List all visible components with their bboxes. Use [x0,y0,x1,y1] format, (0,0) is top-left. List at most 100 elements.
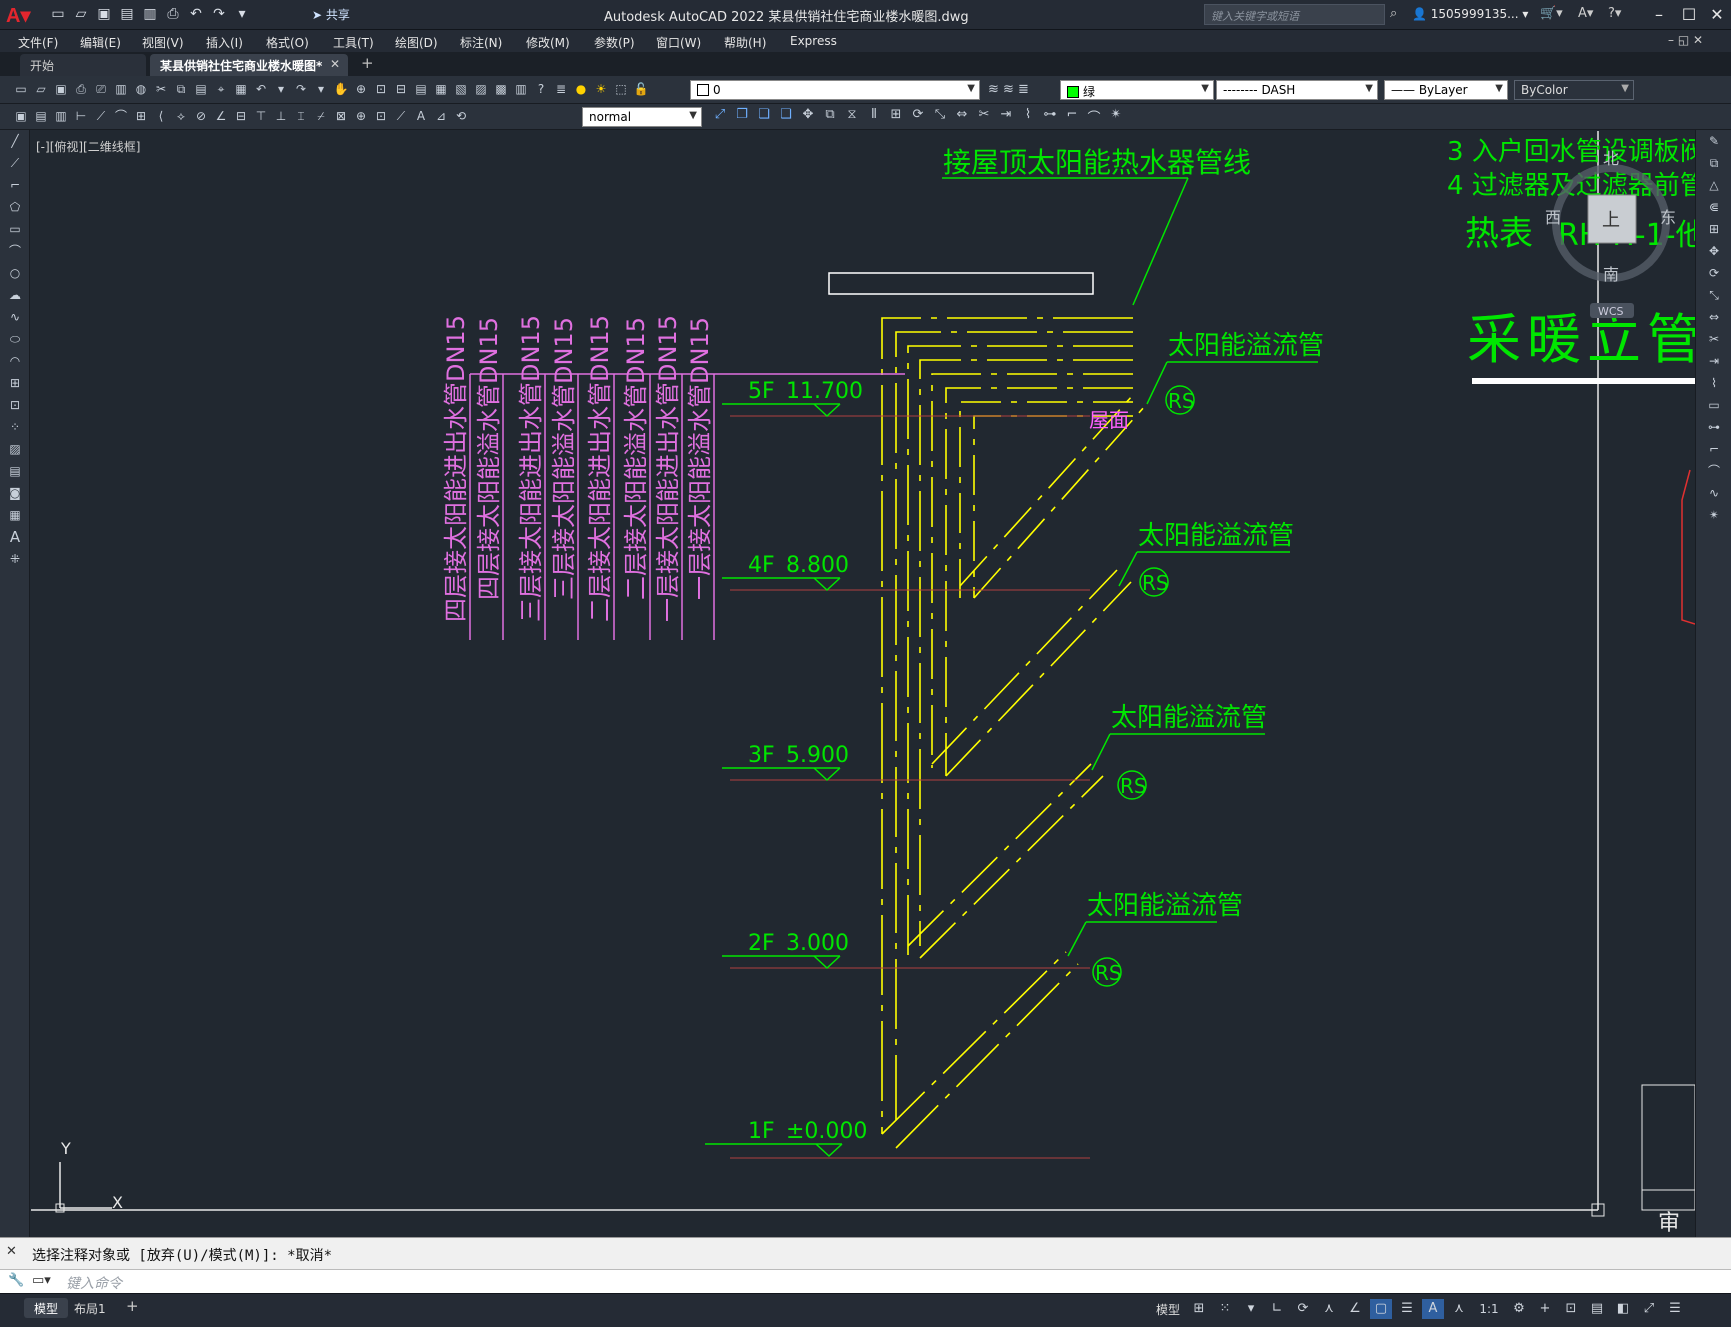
close-command-line-icon[interactable]: ✕ [6,1244,17,1259]
overflow-label-roof: 太阳能溢流管 RS [1146,331,1324,415]
customize-wrench-icon[interactable]: 🔧 [8,1273,24,1288]
title-underline [1472,378,1695,384]
command-input[interactable]: 键入命令 [66,1273,122,1293]
polar-icon[interactable]: ⟳ [1292,1299,1314,1319]
level-3f-name: 3F [748,743,775,768]
overflow-label-2f: 太阳能溢流管 RS [1067,891,1243,987]
viewcube-top: 上 [1602,210,1620,231]
customize-status-icon[interactable]: ☰ [1664,1299,1686,1319]
pipe-label-columns: 四层接太阳能进出水管DN15 四层接太阳能溢水管DN15 三层接太阳能进出水管D… [442,315,905,640]
quick-properties-icon[interactable]: ▤ [1586,1299,1608,1319]
red-partial-shape [1681,469,1695,625]
grid-icon[interactable]: ⊞ [1188,1299,1210,1319]
level-1f-triangle [815,1143,843,1158]
overflow-label-3f: 太阳能溢流管 RS [1091,703,1267,800]
overflow-label-text: 太阳能溢流管 [1138,521,1294,551]
level-4f-triangle [813,577,841,592]
cad-drawing[interactable]: 审 3 入户回水管设调板阀 4 过滤器及过滤器前管径比 热表 RH-H-1-他 … [0,0,1731,1327]
rs-label: RS [1168,389,1195,413]
level-2f-elev: 3.000 [786,931,849,956]
annotation-monitor-icon[interactable]: + [1534,1299,1556,1319]
recent-commands-icon[interactable]: ▭▾ [32,1273,51,1288]
ucs-icon: Y X [55,1139,123,1213]
pipe-label-2: 四层接太阳能溢水管DN15 [475,317,503,600]
pipe-label-6: 二层接太阳能溢水管DN15 [622,317,650,600]
viewcube-east: 东 [1660,208,1676,227]
autocad-window: A▾ ▭ ▱ ▣ ▤ ▥ ⎙ ↶ ↷ ▾ ➤ 共享 Autodesk AutoC… [0,0,1731,1327]
level-5f: 5F 11.700 [722,379,863,418]
rs-label: RS [1142,571,1169,595]
snap-icon[interactable]: ⁙ [1214,1299,1236,1319]
rs-label: RS [1120,774,1147,798]
overflow-pipe-2f-b [907,763,1092,947]
level-4f: 4F 8.800 [722,553,849,592]
fullscreen-icon[interactable]: ⤢ [1638,1299,1660,1319]
viewcube-south: 南 [1603,265,1619,284]
units-icon[interactable]: ⊡ [1560,1299,1582,1319]
overflow-pipe-4f [973,405,1146,599]
level-3f-elev: 5.900 [786,743,849,768]
wcs-label: WCS [1598,305,1624,318]
overflow-leader [1091,733,1111,771]
status-bar: 模型 布局1 + 模型 ⊞ ⁙ ▾ ∟ ⟳ ⋏ ∠ ▢ ☰ A ⋏ 1:1 ⚙ + ⊡ ▤ ◧ ⤢ ☰ [0,1293,1731,1327]
roof-solar-pipe-label: 接屋顶太阳能热水器管线 [943,146,1251,179]
overflow-pipe-1f-b [881,951,1067,1135]
ortho-icon[interactable]: ∟ [1266,1299,1288,1319]
ucs-x-label: X [112,1193,123,1212]
osnap-track-icon[interactable]: ∠ [1344,1299,1366,1319]
viewcube-west: 西 [1545,208,1561,227]
pipe-label-3: 三层接太阳能进出水管DN15 [517,315,545,622]
level-3f: 3F 5.900 [722,743,849,782]
level-1f-elev: ±0.000 [786,1119,867,1144]
autoscale-icon[interactable]: ⋏ [1448,1299,1470,1319]
level-4f-name: 4F [748,553,775,578]
overflow-leader [1118,551,1138,587]
workspace-gear-icon[interactable]: ⚙ [1508,1299,1530,1319]
level-2f-name: 2F [748,931,775,956]
level-1f: 1F ±0.000 [705,1119,867,1158]
layout1-tab[interactable]: 布局1 [64,1298,116,1318]
viewcube-north: 北 [1603,149,1619,168]
status-toggles: ⊞ ⁙ ▾ ∟ ⟳ ⋏ ∠ ▢ ☰ A ⋏ 1:1 ⚙ + ⊡ ▤ ◧ ⤢ ☰ [1188,1299,1686,1319]
pipe-3 [907,345,1133,957]
command-history-text: 选择注释对象或 [放弃(U)/模式(M)]: *取消* [32,1248,333,1264]
add-layout-icon[interactable]: + [126,1297,139,1315]
snap-dropdown-icon[interactable]: ▾ [1240,1299,1262,1319]
pipe-label-4: 三层接太阳能溢水管DN15 [550,317,578,600]
overflow-leader [1146,361,1168,405]
isolate-icon[interactable]: ◧ [1612,1299,1634,1319]
title-block-text: 审 [1658,1211,1680,1236]
overflow-pipe-3f-b [931,569,1118,765]
level-4f-elev: 8.800 [786,553,849,578]
note-heat-meter: 热表 [1465,214,1533,254]
drawing-content: 审 3 入户回水管设调板阀 4 过滤器及过滤器前管径比 热表 RH-H-1-他 … [31,131,1706,1236]
pipe-label-1: 四层接太阳能进出水管DN15 [442,315,470,622]
model-tab[interactable]: 模型 [24,1298,69,1318]
level-5f-elev: 11.700 [786,379,863,404]
level-3f-triangle [813,767,841,782]
pipe-label-8: 一层接太阳能溢水管DN15 [686,317,714,600]
level-1f-name: 1F [748,1119,775,1144]
overflow-label-text: 太阳能溢流管 [1087,891,1243,921]
rs-label: RS [1095,961,1122,985]
level-2f: 2F 3.000 [722,931,849,970]
pipe-bundle [881,317,1146,1149]
label-leader [1132,177,1189,306]
ucs-y-label: Y [60,1139,71,1158]
pipe-5 [931,373,1133,768]
isodraft-icon[interactable]: ⋏ [1318,1299,1340,1319]
viewport-controls[interactable]: [-][俯视][二维线框] [36,138,140,155]
overflow-pipe-1f [895,963,1079,1149]
overflow-label-text: 太阳能溢流管 [1168,331,1324,361]
annotation-visibility-icon[interactable]: A [1422,1299,1444,1319]
pipe-label-7: 一层接太阳能进出水管DN15 [654,315,682,622]
overflow-label-4f: 太阳能溢流管 RS [1118,521,1294,597]
osnap-icon[interactable]: ▢ [1370,1299,1392,1319]
lineweight-icon[interactable]: ☰ [1396,1299,1418,1319]
level-5f-name: 5F [748,379,775,404]
note-3: 3 入户回水管设调板阀 [1447,137,1706,167]
annotation-scale[interactable]: 1:1 [1474,1299,1504,1319]
overflow-leader [1067,921,1087,957]
model-space-button[interactable]: 模型 [1146,1299,1190,1319]
roof-label: 屋面 [1089,408,1129,432]
